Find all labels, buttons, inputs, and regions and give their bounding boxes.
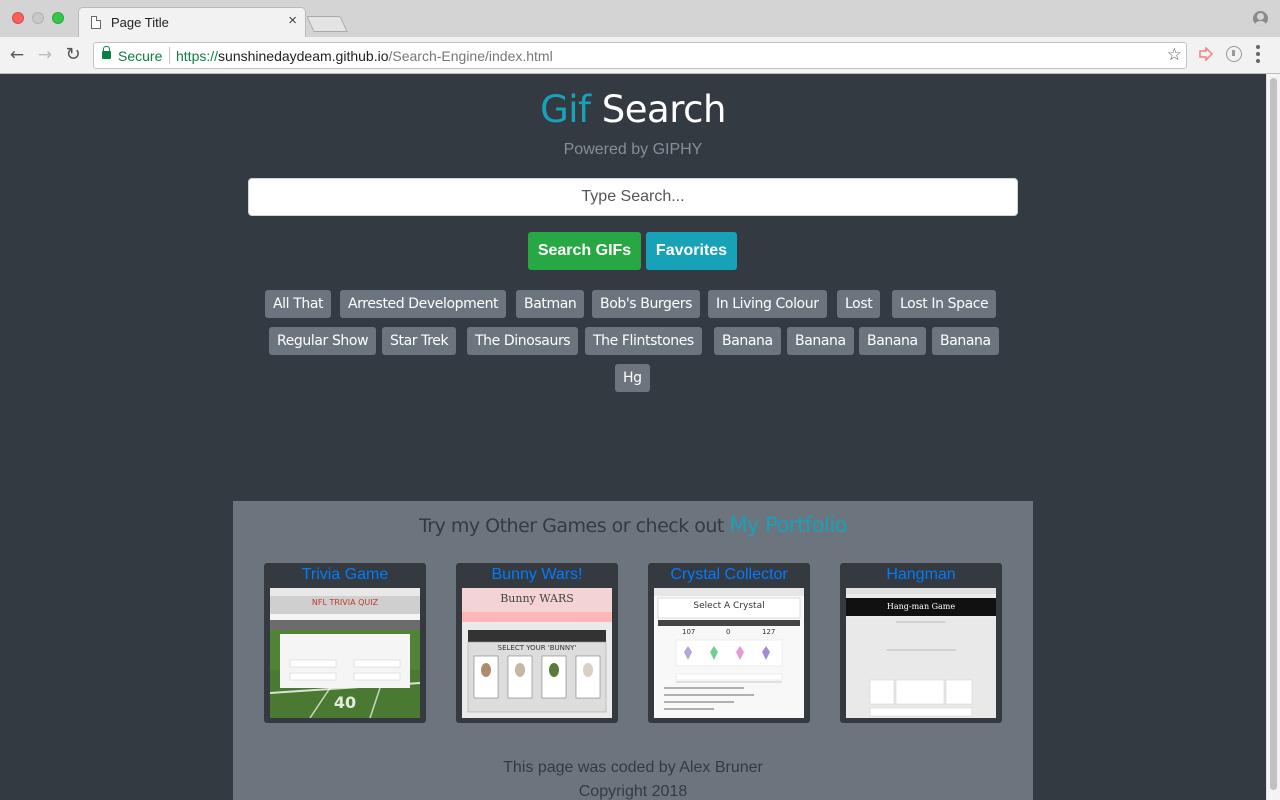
search-input[interactable] bbox=[248, 178, 1018, 216]
topic-button[interactable]: Lost In Space bbox=[892, 290, 997, 318]
crystal-thumb-title: Select A Crystal bbox=[693, 601, 765, 611]
copyright-line: Copyright 2018 bbox=[578, 783, 688, 800]
game-card-hangman[interactable]: Hangman Hang-man Game bbox=[840, 563, 1002, 723]
address-bar[interactable]: Secure https://sunshinedaydeam.github.io… bbox=[93, 42, 1187, 69]
topic-button[interactable]: Star Trek bbox=[382, 327, 457, 355]
tab-close-icon[interactable]: × bbox=[288, 13, 297, 29]
scrollbar-thumb[interactable] bbox=[1270, 78, 1277, 790]
game-title[interactable]: Hangman bbox=[840, 566, 1002, 584]
hangman-thumbnail[interactable]: Hang-man Game bbox=[846, 588, 996, 718]
url-host: sunshinedaydeam.github.io bbox=[218, 48, 389, 64]
page-title-accent: Gif bbox=[540, 88, 591, 131]
forward-arrow-icon[interactable]: → bbox=[34, 44, 56, 66]
topic-button[interactable]: Lost bbox=[837, 290, 881, 318]
game-card-trivia[interactable]: Trivia Game 40 NFL TRIVIA QUIZ bbox=[264, 563, 426, 723]
url-scheme: https:// bbox=[176, 48, 219, 64]
bunny-thumb-title: Bunny WARS bbox=[500, 592, 574, 605]
trivia-thumb-title: NFL TRIVIA QUIZ bbox=[311, 598, 379, 607]
bookmark-star-icon[interactable]: ☆ bbox=[1167, 45, 1182, 65]
game-card-bunny-wars[interactable]: Bunny Wars! Bunny WARS SELECT YOUR 'BUNN… bbox=[456, 563, 618, 723]
portfolio-link[interactable]: My Portfolio bbox=[729, 513, 847, 537]
topic-button[interactable]: Banana bbox=[714, 327, 781, 355]
topic-button[interactable]: Hg bbox=[615, 364, 650, 392]
minimize-window-button[interactable] bbox=[32, 12, 44, 24]
footer-section: Try my Other Games or check out My Portf… bbox=[233, 501, 1033, 800]
new-tab-button[interactable] bbox=[306, 16, 348, 32]
back-arrow-icon[interactable]: ← bbox=[6, 44, 28, 66]
maximize-window-button[interactable] bbox=[52, 12, 64, 24]
close-window-button[interactable] bbox=[12, 12, 24, 24]
search-gifs-button[interactable]: Search GIFs bbox=[528, 232, 641, 270]
game-title[interactable]: Trivia Game bbox=[264, 566, 426, 584]
svg-text:40: 40 bbox=[334, 693, 356, 712]
browser-tab[interactable]: Page Title × bbox=[78, 7, 306, 37]
reload-icon[interactable]: ↻ bbox=[62, 44, 84, 66]
extension-info-icon[interactable] bbox=[1226, 46, 1242, 62]
favorites-button[interactable]: Favorites bbox=[646, 232, 737, 270]
page-title-rest: Search bbox=[590, 88, 727, 131]
crystal-collector-thumbnail[interactable]: Select A Crystal 107 0 127 bbox=[654, 588, 804, 718]
browser-titlebar: Page Title × bbox=[0, 0, 1280, 37]
tab-title: Page Title bbox=[111, 15, 169, 30]
topic-button[interactable]: Banana bbox=[859, 327, 926, 355]
bunny-wars-thumbnail[interactable]: Bunny WARS SELECT YOUR 'BUNNY' bbox=[462, 588, 612, 718]
lock-icon bbox=[102, 46, 111, 59]
game-card-crystal-collector[interactable]: Crystal Collector Select A Crystal 107 0… bbox=[648, 563, 810, 723]
profile-icon[interactable] bbox=[1253, 11, 1268, 26]
url-path: /Search-Engine/index.html bbox=[388, 48, 553, 64]
game-title[interactable]: Bunny Wars! bbox=[456, 566, 618, 584]
crystal-thumb-number: 0 bbox=[726, 628, 731, 636]
footer-heading-text: Try my Other Games or check out bbox=[418, 515, 730, 537]
crystal-thumb-number: 127 bbox=[762, 628, 776, 636]
game-title[interactable]: Crystal Collector bbox=[648, 566, 810, 584]
page-title: Gif Search bbox=[0, 88, 1266, 131]
topic-button[interactable]: The Dinosaurs bbox=[467, 327, 579, 355]
crystal-thumb-number: 107 bbox=[682, 628, 696, 636]
topic-button[interactable]: The Flintstones bbox=[585, 327, 702, 355]
credit-line: This page was coded by Alex Bruner bbox=[503, 759, 763, 776]
page-content: Gif Search Powered by GIPHY Search GIFs … bbox=[0, 74, 1266, 800]
hangman-thumb-title: Hang-man Game bbox=[886, 602, 956, 611]
topic-button[interactable]: Banana bbox=[787, 327, 854, 355]
page-scrollbar[interactable] bbox=[1266, 74, 1280, 800]
url-separator bbox=[169, 47, 170, 64]
footer-heading: Try my Other Games or check out My Portf… bbox=[233, 513, 1033, 537]
topic-button[interactable]: All That bbox=[265, 290, 332, 318]
extension-icon[interactable] bbox=[1199, 47, 1213, 61]
url-text: https://sunshinedaydeam.github.io/Search… bbox=[176, 48, 553, 64]
topic-button[interactable]: Bob's Burgers bbox=[592, 290, 700, 318]
browser-toolbar: ← → ↻ Secure https://sunshinedaydeam.git… bbox=[0, 37, 1280, 74]
browser-menu-icon[interactable] bbox=[1256, 45, 1260, 65]
bunny-thumb-subtitle: SELECT YOUR 'BUNNY' bbox=[497, 644, 577, 652]
topic-button[interactable]: Regular Show bbox=[269, 327, 377, 355]
topic-button[interactable]: In Living Colour bbox=[708, 290, 827, 318]
topic-button[interactable]: Banana bbox=[932, 327, 999, 355]
trivia-game-thumbnail[interactable]: 40 NFL TRIVIA QUIZ bbox=[270, 588, 420, 718]
topic-button[interactable]: Arrested Development bbox=[340, 290, 507, 318]
page-subtitle: Powered by GIPHY bbox=[563, 141, 703, 158]
document-icon bbox=[91, 16, 101, 29]
topic-button[interactable]: Batman bbox=[516, 290, 585, 318]
secure-label: Secure bbox=[118, 48, 163, 64]
